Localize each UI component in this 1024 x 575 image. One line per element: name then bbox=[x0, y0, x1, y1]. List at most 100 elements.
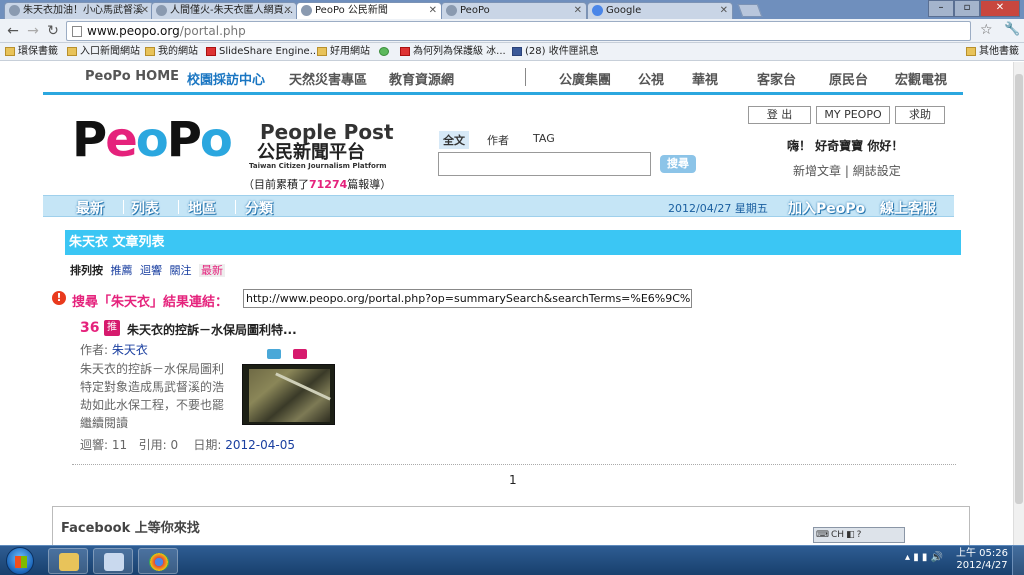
start-button[interactable] bbox=[6, 547, 34, 575]
video-icon bbox=[293, 349, 307, 359]
nav-cts[interactable]: 華視 bbox=[692, 69, 718, 88]
bookmark-item[interactable]: (28) 收件匣訊息 bbox=[512, 45, 599, 59]
sort-latest[interactable]: 最新 bbox=[199, 264, 225, 277]
current-date: 2012/04/27 星期五 bbox=[668, 202, 768, 215]
search-input[interactable] bbox=[438, 152, 651, 176]
browser-tab-strip: 朱天衣加油！小心馬武督溪 ✕ 人間僅火-朱天衣匿人網頁... ✕ PeoPo 公… bbox=[0, 0, 1024, 19]
system-tray[interactable]: ▴ ▮ ▮ 🔊 bbox=[905, 552, 943, 563]
search-link-field[interactable]: http://www.peopo.org/portal.php?op=summa… bbox=[243, 289, 692, 308]
bookmark-label: 環保書籤 bbox=[18, 46, 58, 57]
bookmark-label: 其他書籤 bbox=[979, 46, 1019, 57]
article-count: （目前累積了71274篇報導） bbox=[243, 176, 391, 192]
nav-indigenous[interactable]: 原民台 bbox=[829, 69, 868, 88]
link-icon bbox=[379, 47, 389, 56]
show-desktop-button[interactable] bbox=[1012, 546, 1024, 575]
nav-pts[interactable]: 公視 bbox=[638, 69, 664, 88]
logout-button[interactable]: 登 出 bbox=[748, 106, 811, 124]
browser-toolbar: ← → ↻ www.peopo.org/portal.php ☆ 🔧 bbox=[0, 19, 1024, 43]
reload-icon[interactable]: ↻ bbox=[44, 22, 62, 40]
new-tab-button[interactable] bbox=[737, 4, 763, 17]
tab-3[interactable]: PeoPo 公民新聞 ✕ bbox=[296, 2, 442, 19]
help-button[interactable]: 求助 bbox=[895, 106, 945, 124]
bookmark-item[interactable]: 入口新聞網站 bbox=[67, 45, 140, 59]
subnav-map[interactable]: 地區 bbox=[188, 198, 216, 218]
nav-disaster[interactable]: 天然災害專區 bbox=[289, 69, 367, 88]
logo-letter: P bbox=[72, 112, 107, 168]
scrollbar-thumb[interactable] bbox=[1015, 74, 1023, 504]
blog-settings-link[interactable]: 網誌設定 bbox=[853, 164, 901, 178]
search-button[interactable]: 搜尋 bbox=[660, 155, 696, 173]
taskbar-explorer[interactable] bbox=[48, 548, 88, 574]
logo-letter: o bbox=[199, 112, 233, 168]
ime-bar[interactable]: ⌨ CH ◧? bbox=[813, 527, 905, 543]
subnav-list[interactable]: 列表 bbox=[131, 198, 159, 218]
bookmark-label: (28) 收件匣訊息 bbox=[525, 46, 599, 57]
bookmark-item[interactable]: 為何列為保護級 冰... bbox=[400, 45, 506, 59]
taskbar-paint[interactable] bbox=[93, 548, 133, 574]
image-icon bbox=[267, 349, 281, 359]
web-page: PeoPo HOME 校園採訪中心 天然災害專區 教育資源網 公廣集團 公視 華… bbox=[0, 62, 1013, 545]
close-icon[interactable]: ✕ bbox=[720, 3, 728, 18]
search-tab-tag[interactable]: TAG bbox=[529, 131, 559, 146]
close-window-button[interactable]: ✕ bbox=[980, 0, 1020, 17]
new-article-link[interactable]: 新增文章 bbox=[793, 164, 841, 178]
close-icon[interactable]: ✕ bbox=[141, 3, 149, 18]
nav-pts-group[interactable]: 公廣集團 bbox=[559, 69, 611, 88]
tab-5-label: Google bbox=[606, 5, 642, 16]
sort-response[interactable]: 迴響 bbox=[140, 264, 162, 277]
folder-icon bbox=[59, 553, 79, 571]
vertical-scrollbar[interactable] bbox=[1013, 62, 1024, 545]
article-thumbnail[interactable] bbox=[242, 364, 335, 425]
search-tab-author[interactable]: 作者 bbox=[483, 131, 513, 149]
pagination[interactable]: 1 bbox=[509, 473, 517, 487]
wrench-icon[interactable]: 🔧 bbox=[1004, 22, 1020, 37]
ime-language: CH bbox=[831, 530, 845, 540]
forward-arrow-icon[interactable]: → bbox=[24, 22, 42, 40]
bookmark-item[interactable]: 好用網站 bbox=[317, 45, 370, 59]
clock[interactable]: 上午 05:26 2012/4/27 bbox=[956, 548, 1008, 572]
subnav-latest[interactable]: 最新 bbox=[76, 198, 104, 218]
peopo-logo[interactable]: PeoPo bbox=[72, 112, 233, 172]
taskbar-chrome[interactable] bbox=[138, 548, 178, 574]
address-bar[interactable]: www.peopo.org/portal.php bbox=[66, 21, 971, 41]
maximize-button[interactable]: ▫ bbox=[954, 0, 980, 17]
nav-campus[interactable]: 校園採訪中心 bbox=[187, 69, 265, 88]
bookmark-item[interactable]: 其他書籤 bbox=[966, 45, 1019, 59]
nav-home[interactable]: PeoPo HOME bbox=[85, 69, 179, 84]
slideshare-icon bbox=[206, 47, 216, 56]
windows-logo-icon bbox=[15, 556, 27, 568]
bookmark-star-icon[interactable]: ☆ bbox=[980, 22, 993, 38]
article-score: 36 bbox=[80, 320, 100, 336]
close-icon[interactable]: ✕ bbox=[429, 3, 437, 18]
back-arrow-icon[interactable]: ← bbox=[4, 22, 22, 40]
online-support-button[interactable]: 線上客服 bbox=[880, 198, 936, 218]
sort-recommend[interactable]: 推薦 bbox=[111, 264, 133, 277]
nav-education[interactable]: 教育資源網 bbox=[389, 69, 454, 88]
search-tab-all[interactable]: 全文 bbox=[439, 131, 469, 149]
bookmark-item[interactable]: SlideShare Engine... bbox=[206, 45, 319, 59]
sort-follow[interactable]: 關注 bbox=[170, 264, 192, 277]
article-author: 作者: 朱天衣 bbox=[80, 341, 148, 358]
minimize-button[interactable]: – bbox=[928, 0, 954, 17]
close-icon[interactable]: ✕ bbox=[284, 3, 292, 18]
close-icon[interactable]: ✕ bbox=[574, 3, 582, 18]
nav-macro[interactable]: 宏觀電視 bbox=[895, 69, 947, 88]
tab-2[interactable]: 人間僅火-朱天衣匿人網頁... ✕ bbox=[151, 2, 297, 19]
alert-icon: ! bbox=[52, 291, 66, 305]
subnav-category[interactable]: 分類 bbox=[245, 198, 273, 218]
bookmark-item[interactable]: 環保書籤 bbox=[5, 45, 58, 59]
bookmark-item[interactable] bbox=[379, 45, 392, 59]
bookmark-item[interactable]: 我的網站 bbox=[145, 45, 198, 59]
clock-date: 2012/4/27 bbox=[956, 560, 1008, 571]
article-title[interactable]: 朱天衣的控訴－水保局圖利特... bbox=[127, 321, 297, 338]
tab-1[interactable]: 朱天衣加油！小心馬武督溪 ✕ bbox=[4, 2, 154, 19]
my-peopo-button[interactable]: MY PEOPO bbox=[816, 106, 890, 124]
tab-5[interactable]: Google ✕ bbox=[587, 2, 733, 19]
author-link[interactable]: 朱天衣 bbox=[112, 343, 148, 357]
globe-icon bbox=[446, 5, 457, 16]
tab-4-label: PeoPo bbox=[460, 5, 490, 16]
tab-4[interactable]: PeoPo ✕ bbox=[441, 2, 587, 19]
join-peopo-button[interactable]: 加入PeoPo bbox=[788, 198, 865, 218]
logo-letter: e bbox=[105, 112, 138, 168]
nav-hakka[interactable]: 客家台 bbox=[757, 69, 796, 88]
